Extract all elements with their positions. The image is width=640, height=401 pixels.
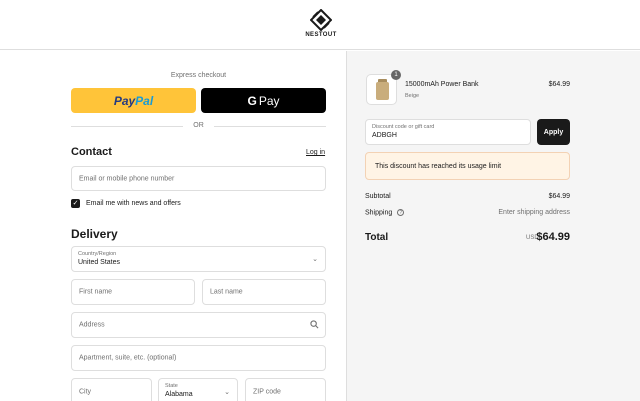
city-placeholder: City [79, 388, 92, 396]
total-value: $64.99 [536, 231, 570, 243]
discount-error-text: This discount has reached its usage limi… [375, 163, 502, 170]
shipping-label-row: Shipping ? [365, 209, 405, 217]
country-label: Country/Region [78, 251, 117, 257]
first-name-field[interactable]: First name [71, 279, 195, 305]
state-value: Alabama [165, 391, 193, 398]
product-name: 15000mAh Power Bank [405, 81, 479, 88]
discount-value: ADBGH [372, 132, 397, 139]
total-label: Total [365, 232, 389, 243]
address-placeholder: Address [79, 321, 105, 329]
brand-name: NESTOUT [305, 32, 337, 38]
zip-placeholder: ZIP code [253, 388, 281, 396]
newsletter-row[interactable]: ✓ Email me with news and offers [71, 199, 181, 208]
newsletter-label: Email me with news and offers [86, 200, 181, 207]
search-icon[interactable] [310, 316, 319, 334]
state-select[interactable]: State Alabama ⌄ [158, 378, 238, 401]
subtotal-value: $64.99 [548, 193, 570, 200]
state-label: State [165, 383, 178, 389]
divider-line-right [214, 126, 326, 127]
paypal-button[interactable]: PayPal [71, 88, 196, 113]
chevron-down-icon: ⌄ [224, 389, 230, 396]
help-icon[interactable]: ? [397, 209, 405, 216]
contact-heading: Contact [71, 146, 112, 158]
zip-field[interactable]: ZIP code [245, 378, 326, 401]
city-field[interactable]: City [71, 378, 152, 401]
last-name-placeholder: Last name [210, 288, 243, 296]
email-placeholder: Email or mobile phone number [79, 175, 175, 182]
login-link[interactable]: Log in [306, 149, 325, 156]
quantity-badge: 1 [391, 70, 401, 80]
site-header: NESTOUT [0, 0, 640, 50]
google-pay-label: Pay [258, 93, 280, 108]
delivery-heading: Delivery [71, 227, 118, 241]
or-divider: OR [71, 121, 326, 131]
apply-discount-button[interactable]: Apply [537, 119, 570, 145]
shipping-label: Shipping [365, 209, 393, 217]
country-value: United States [78, 259, 121, 266]
last-name-field[interactable]: Last name [202, 279, 326, 305]
paypal-logo: PayPal [114, 94, 153, 108]
apartment-placeholder: Apartment, suite, etc. (optional) [79, 354, 177, 362]
paypal-logo-pal: Pal [135, 93, 154, 108]
paypal-logo-pay: Pay [113, 93, 136, 108]
express-checkout-label: Express checkout [170, 72, 227, 79]
nestout-logo-icon [310, 9, 332, 31]
newsletter-checkbox[interactable]: ✓ [71, 199, 80, 208]
brand-logo[interactable]: NESTOUT [305, 9, 337, 38]
check-icon: ✓ [72, 200, 79, 207]
address-field[interactable]: Address [71, 312, 326, 338]
google-pay-button[interactable]: G Pay [201, 88, 326, 113]
email-field[interactable]: Email or mobile phone number [71, 166, 326, 191]
product-variant: Beige [405, 93, 420, 99]
discount-error-notice: This discount has reached its usage limi… [365, 152, 570, 180]
product-price: $64.99 [548, 81, 570, 88]
discount-label: Discount code or gift card [372, 124, 435, 130]
country-select[interactable]: Country/Region United States ⌄ [71, 246, 326, 272]
shipping-value: Enter shipping address [498, 209, 570, 216]
chevron-down-icon: ⌄ [312, 256, 318, 263]
discount-code-field[interactable]: Discount code or gift card ADBGH [365, 119, 531, 145]
google-g-icon: G [247, 93, 257, 108]
power-bank-body [376, 82, 389, 100]
apartment-field[interactable]: Apartment, suite, etc. (optional) [71, 345, 326, 371]
subtotal-label: Subtotal [365, 193, 391, 200]
first-name-placeholder: First name [79, 288, 113, 296]
